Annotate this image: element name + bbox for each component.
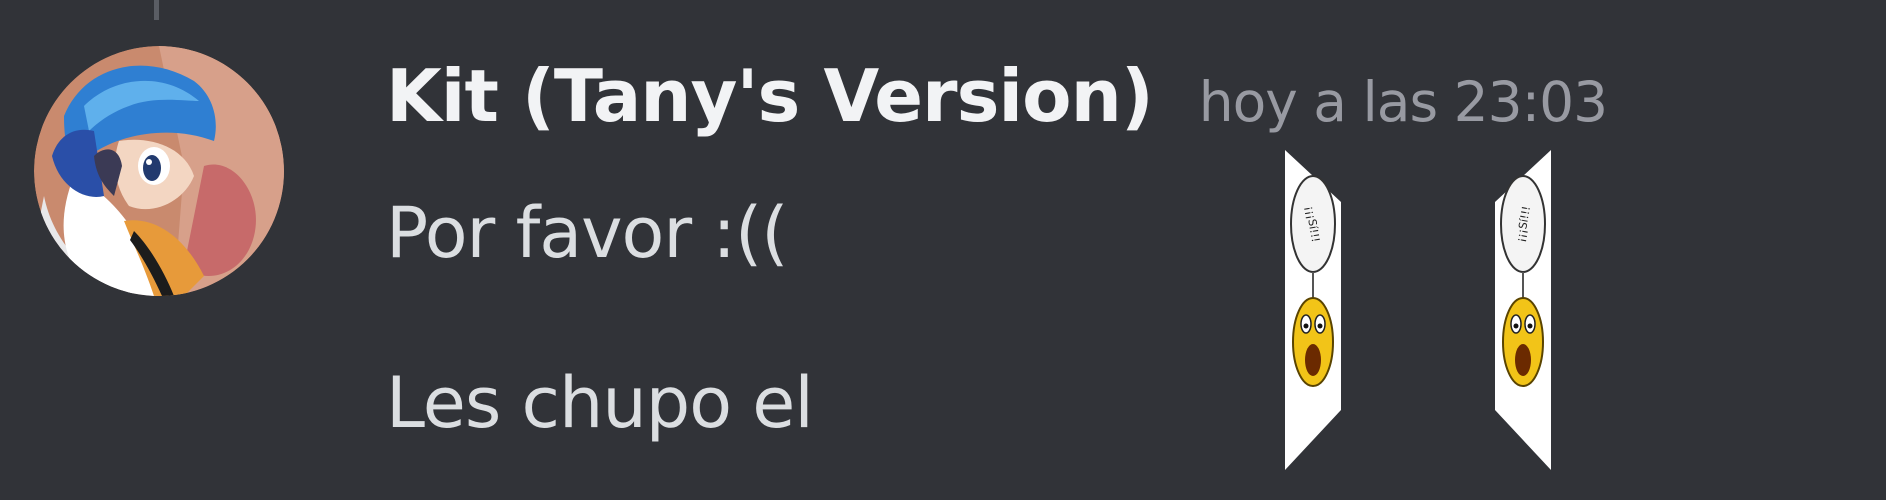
shouting-smiley-sign-icon[interactable]: ¡¡¡Sí!!! bbox=[1285, 142, 1341, 470]
avatar[interactable] bbox=[34, 46, 284, 296]
message-group: Kit (Tany's Version) hoy a las 23:03 Por… bbox=[0, 0, 1886, 500]
message-header: Kit (Tany's Version) hoy a las 23:03 bbox=[386, 54, 1608, 154]
message-timestamp[interactable]: hoy a las 23:03 bbox=[1199, 70, 1608, 134]
previous-message-edge bbox=[154, 0, 159, 20]
message-text-line: Les chupo el bbox=[386, 362, 814, 444]
anime-character-avatar-icon bbox=[34, 46, 284, 296]
shouting-smiley-sign-icon[interactable]: ¡¡¡Sí!!! bbox=[1495, 142, 1551, 470]
username[interactable]: Kit (Tany's Version) bbox=[386, 54, 1154, 138]
message-text-line: Por favor :(( bbox=[386, 192, 789, 274]
